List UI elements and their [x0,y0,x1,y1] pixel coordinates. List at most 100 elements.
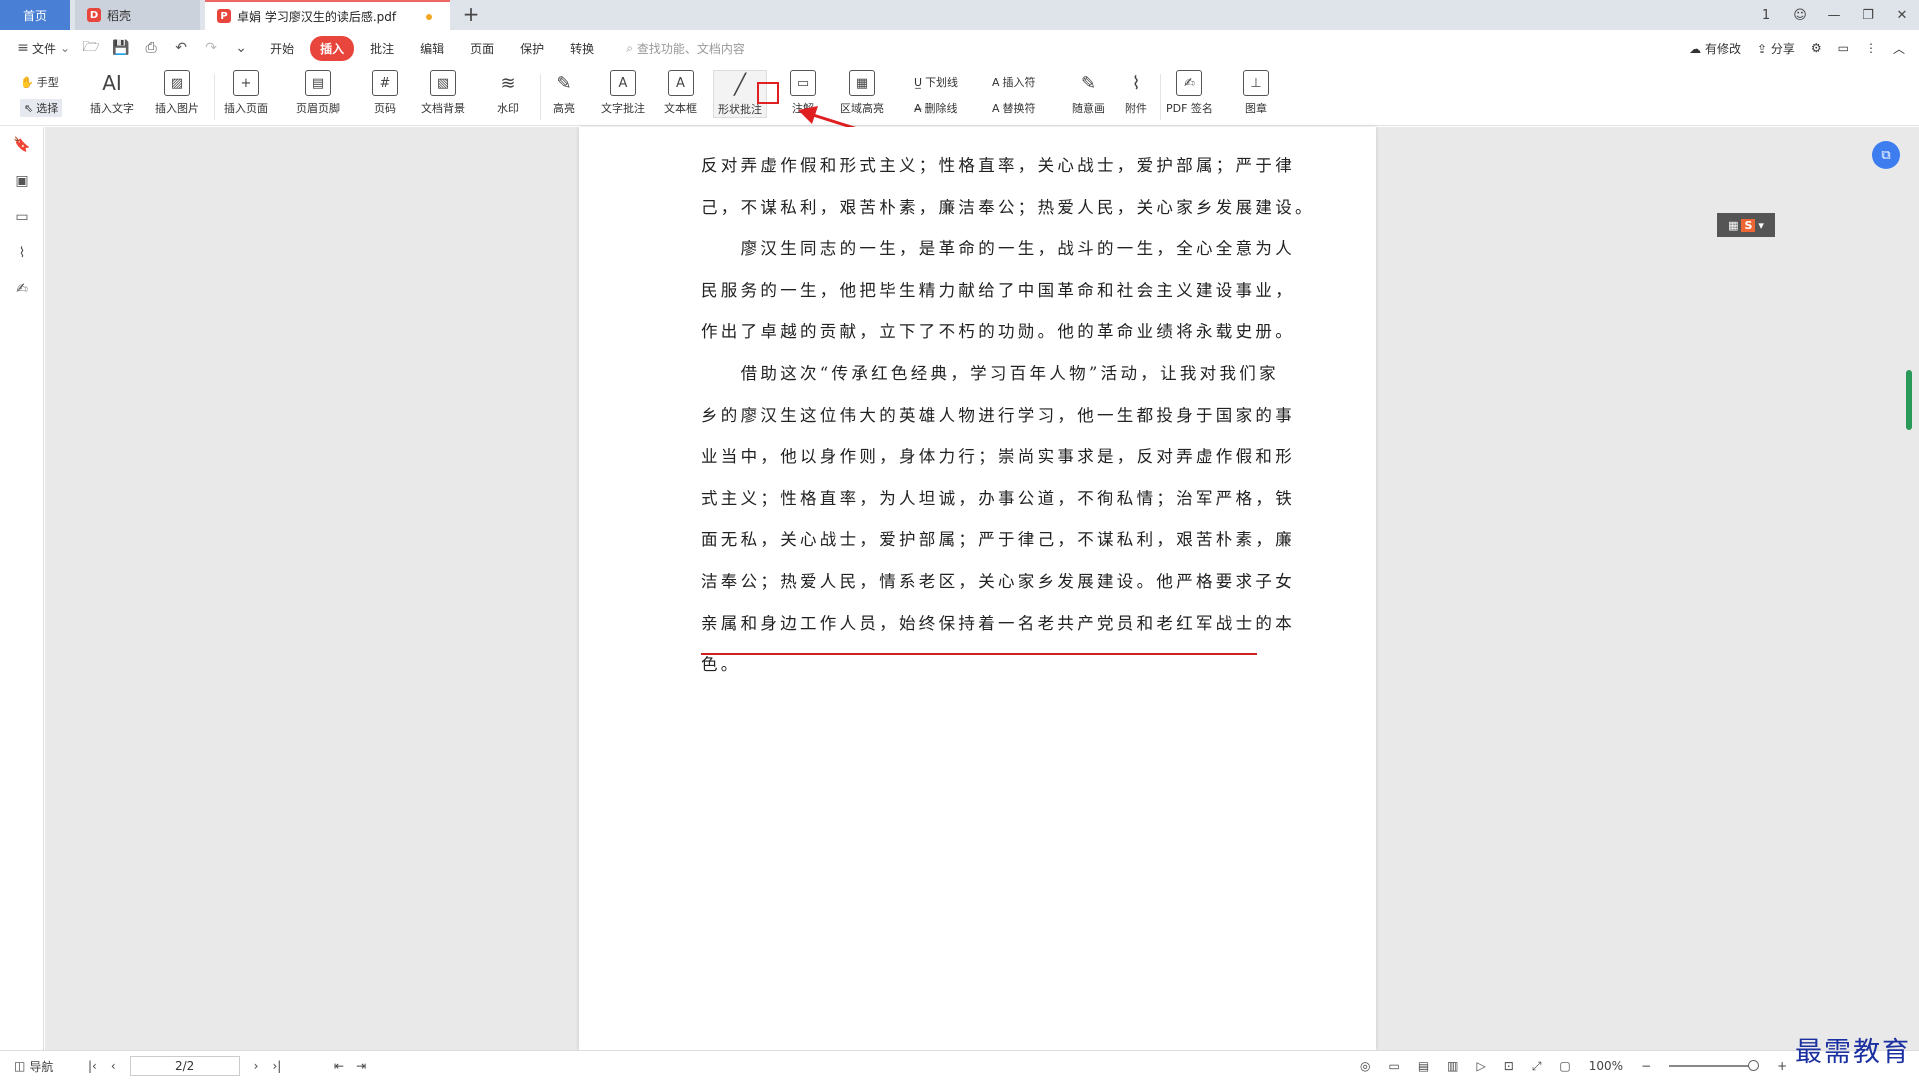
insert-image-button[interactable]: ▨ 插入图片 [155,70,199,116]
text-line: 面无私，关心战士，爱护部属；严于律己，不谋私利，艰苦朴素，廉 [701,530,1295,550]
zoom-level[interactable]: 100% [1589,1059,1623,1073]
stamp-button[interactable]: ⊥ 图章 [1243,70,1269,116]
insert-mark-button[interactable]: A 插入符 [992,74,1036,90]
shape-annotation-dropdown-highlight[interactable] [757,82,779,104]
text-line: 廖汉生同志的一生，是革命的一生，战斗的一生，全心全意为人 [701,239,1295,259]
insert-text-button[interactable]: AI 插入文字 [90,70,134,116]
replace-mark-button[interactable]: A 替换符 [992,100,1036,116]
page-number-button[interactable]: # 页码 [372,70,398,116]
page-number-label: 页码 [374,102,396,115]
header-footer-button[interactable]: ▤ 页眉页脚 [296,70,340,116]
play-icon[interactable]: ▷ [1477,1059,1486,1073]
more-icon[interactable]: ⋮ [1865,41,1877,55]
single-page-view-icon[interactable]: ▭ [1388,1059,1399,1073]
file-menu[interactable]: ≡ 文件 ⌄ [14,40,70,57]
eye-protection-icon[interactable]: ◎ [1360,1059,1370,1073]
text-line: 乡的廖汉生这位伟大的英雄人物进行学习，他一生都投身于国家的事 [701,405,1295,425]
forward-icon[interactable]: ⇥ [356,1059,366,1073]
avatar[interactable]: ☺ [1783,8,1817,23]
nav-panel-icon: ◫ [14,1059,26,1073]
text-icon: AI [102,71,122,95]
search-input[interactable]: ⌕ 查找功能、文档内容 [626,40,745,57]
left-sidebar: 🔖 ▣ ▭ ⌇ ✍ [0,127,44,1050]
settings-icon[interactable]: ⚙ [1811,41,1822,55]
zoom-in-icon[interactable]: + [1777,1059,1787,1073]
fit-page-icon[interactable]: ⊡ [1504,1059,1514,1073]
divider [214,74,215,120]
underline-button[interactable]: U̲ 下划线 [914,74,958,90]
restore-button[interactable]: ❐ [1851,8,1885,23]
attachment-panel-icon[interactable]: ⌇ [0,235,44,271]
tab-edit[interactable]: 编辑 [410,36,454,61]
sogou-icon: S [1741,218,1756,232]
save-icon[interactable]: 💾 [112,40,130,56]
floating-tool-icon[interactable]: ⧉ [1872,141,1900,169]
text-box-label: 文本框 [664,102,697,115]
window-count-button[interactable]: 1 [1749,8,1783,23]
next-page-icon[interactable]: › [254,1059,259,1073]
tab-insert[interactable]: 插入 [310,35,355,61]
more-dropdown-icon[interactable]: ⌄ [232,40,250,56]
tab-page[interactable]: 页面 [460,36,504,61]
page-number-input[interactable] [129,1056,240,1076]
zoom-out-icon[interactable]: − [1641,1059,1651,1073]
thumbnail-icon[interactable]: ▣ [0,163,44,199]
freehand-button[interactable]: ✎ 随意画 [1072,70,1105,116]
zoom-slider-knob[interactable] [1748,1060,1760,1071]
tab-daoke[interactable]: D 稻壳 [75,0,200,30]
collapse-ribbon-icon[interactable]: ︿ [1893,40,1905,57]
comments-icon[interactable]: ▭ [0,199,44,235]
share-button[interactable]: ⇪ 分享 [1757,40,1795,57]
first-page-icon[interactable]: |‹ [88,1059,97,1073]
ribbon-tabs: 开始 插入 批注 编辑 页面 保护 转换 [260,35,604,61]
redo-icon[interactable]: ↷ [202,40,220,56]
vertical-scrollbar[interactable] [1906,370,1912,430]
has-changes-button[interactable]: ☁ 有修改 [1689,40,1741,57]
ime-dropdown-icon: ▾ [1758,218,1764,232]
back-icon[interactable]: ⇤ [334,1059,344,1073]
minimize-button[interactable]: — [1817,8,1851,23]
fit-width-icon[interactable]: ⤢ [1532,1059,1542,1074]
undo-icon[interactable]: ↶ [172,40,190,56]
actual-size-icon[interactable]: ▢ [1559,1059,1570,1073]
tab-start[interactable]: 开始 [260,36,304,61]
tab-document[interactable]: P 卓娟 学习廖汉生的读后感.pdf [205,0,450,30]
tab-home[interactable]: 首页 [0,0,70,30]
paperclip-icon: ⌇ [1131,72,1141,94]
signature-panel-icon[interactable]: ✍ [0,271,44,307]
insert-mark-icon: A [992,75,1000,89]
insert-image-label: 插入图片 [155,102,199,115]
text-annotation-button[interactable]: A 文字批注 [601,70,645,116]
tab-annotate[interactable]: 批注 [360,36,404,61]
line-annotation[interactable] [701,653,1257,655]
highlight-button[interactable]: ✎ 高亮 [551,70,577,116]
ime-toolbar[interactable]: ▦ S ▾ [1717,213,1775,237]
ribbon-toolbar: ✋ 手型 ⇖ 选择 AI 插入文字 ▨ 插入图片 + 插入页面 ▤ 页眉页脚 # 页码 ▧ 文档… [0,66,1919,126]
watermark-button[interactable]: ≋ 水印 [495,70,521,116]
insert-page-button[interactable]: + 插入页面 [224,70,268,116]
pdf-sign-button[interactable]: ✍ PDF 签名 [1166,70,1213,116]
tab-convert[interactable]: 转换 [560,36,604,61]
select-tool-button[interactable]: ⇖ 选择 [20,99,63,117]
print-icon[interactable]: ⎙ [142,40,160,56]
navigation-button[interactable]: ◫ 导航 [14,1051,53,1080]
dual-page-view-icon[interactable]: ▥ [1447,1059,1458,1073]
nav-label: 导航 [29,1059,54,1074]
attachment-button[interactable]: ⌇ 附件 [1123,70,1149,116]
doc-background-button[interactable]: ▧ 文档背景 [421,70,465,116]
last-page-icon[interactable]: ›| [272,1059,281,1073]
continuous-view-icon[interactable]: ▤ [1418,1059,1429,1073]
tab-protect[interactable]: 保护 [510,36,554,61]
add-tab-button[interactable]: + [460,4,482,26]
comment-icon[interactable]: ▭ [1838,41,1849,55]
file-menu-label: 文件 [32,41,57,56]
bookmark-icon[interactable]: 🔖 [0,127,44,163]
zoom-slider[interactable] [1669,1060,1760,1071]
open-folder-icon[interactable]: 🗁 [82,36,100,60]
share-label: 分享 [1770,41,1795,56]
cloud-icon: ☁ [1689,41,1702,56]
close-button[interactable]: ✕ [1885,8,1919,23]
hand-tool-button[interactable]: ✋ 手型 [20,74,59,90]
prev-page-icon[interactable]: ‹ [111,1059,116,1073]
text-box-button[interactable]: A 文本框 [664,70,697,116]
